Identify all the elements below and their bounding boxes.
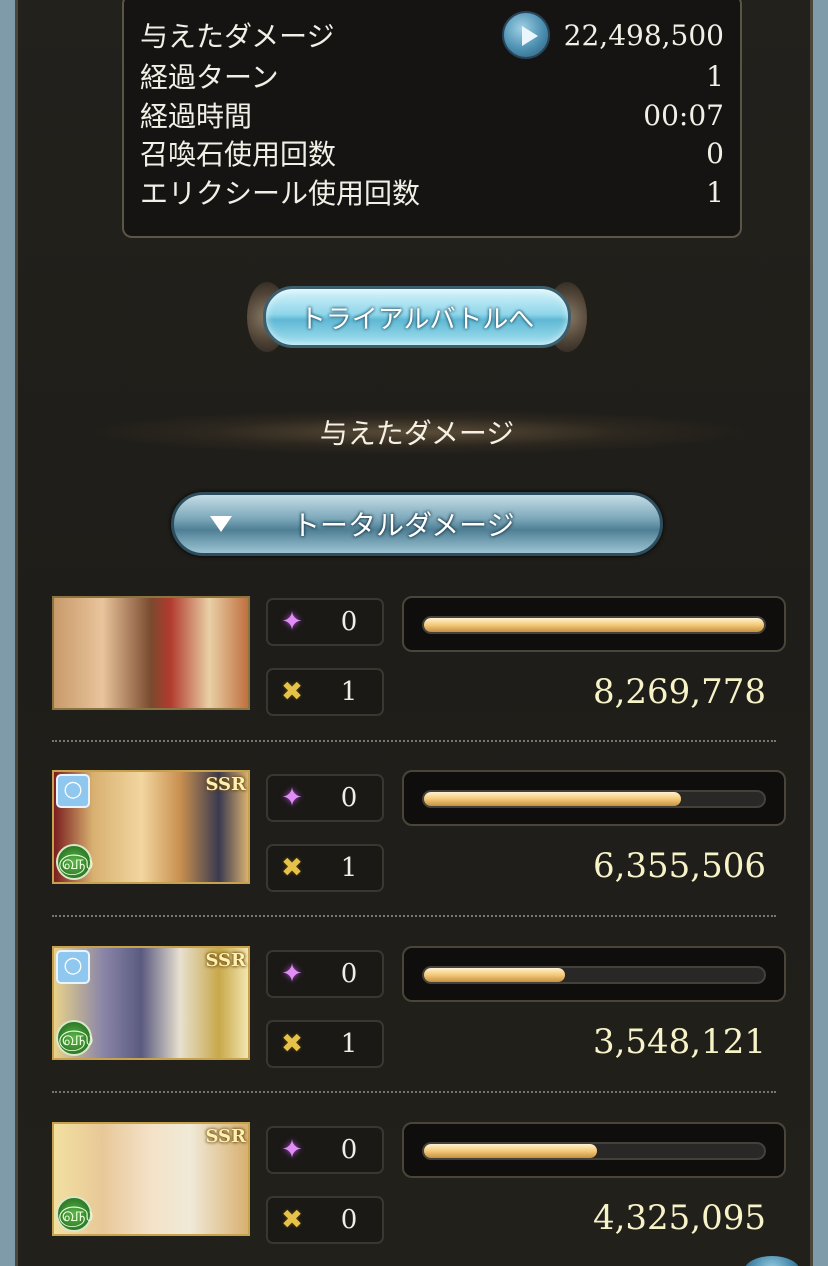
damage-value: 6,355,506 [592, 846, 766, 886]
section-title: 与えたダメージ [93, 410, 741, 454]
total-damage-value: 22,498,500 [563, 18, 724, 52]
rarity-badge: SSR [205, 950, 246, 971]
row-divider [52, 740, 776, 742]
sparkle-icon: ✦ [281, 607, 303, 637]
summary-value: 22,498,500 [501, 11, 724, 59]
wind-element-icon: ௵ [56, 1020, 93, 1056]
trial-battle-label: トライアルバトルへ [263, 286, 571, 348]
character-portrait[interactable] [52, 596, 250, 710]
summary-label: 召喚石使用回数 [140, 138, 337, 171]
damage-value: 4,325,095 [592, 1198, 766, 1238]
damage-bar-fill [424, 968, 566, 982]
chain-count: 1 [340, 677, 358, 707]
burst-counter: ✦ 0 [266, 774, 384, 822]
summary-label: エリクシール使用回数 [140, 177, 421, 210]
damage-bar [402, 770, 786, 826]
burst-counter: ✦ 0 [266, 598, 384, 646]
dropdown-selected-value: トータルダメージ [292, 509, 515, 542]
rarity-badge: SSR [205, 774, 246, 795]
trial-battle-button[interactable]: トライアルバトルへ [247, 278, 587, 356]
chain-burst-icon: ✖ [281, 677, 303, 707]
summary-row-turns: 経過ターン 1 [140, 57, 724, 95]
summary-row-damage: 与えたダメージ 22,498,500 [140, 11, 724, 59]
character-portrait[interactable]: SSR ௵ [52, 1122, 250, 1236]
sparkle-icon: ✦ [281, 959, 303, 989]
chain-counter: ✖ 1 [266, 1020, 384, 1068]
character-row: SSR ௵ ✦ 0 ✖ 0 4,325,095 [52, 1122, 788, 1252]
row-divider [52, 1091, 776, 1093]
chain-counter: ✖ 1 [266, 844, 384, 892]
chain-counter: ✖ 1 [266, 668, 384, 716]
summary-label: 与えたダメージ [140, 20, 335, 53]
chain-burst-icon: ✖ [281, 1029, 303, 1059]
burst-count: 0 [340, 959, 358, 989]
damage-bar-fill [424, 618, 764, 632]
chain-count: 1 [340, 1029, 358, 1059]
character-row: ✦ 0 ✖ 1 8,269,778 [52, 596, 788, 726]
damage-type-dropdown[interactable]: トータルダメージ [171, 492, 663, 556]
chain-count: 1 [340, 853, 358, 883]
damage-bar-fill [424, 1144, 598, 1158]
character-portrait[interactable]: ○ SSR ௵ [52, 946, 250, 1060]
damage-bar [402, 596, 786, 652]
sparkle-icon: ✦ [281, 783, 303, 813]
chain-burst-icon: ✖ [281, 853, 303, 883]
chain-count: 0 [340, 1205, 358, 1235]
row-divider [52, 915, 776, 917]
burst-count: 0 [340, 607, 358, 637]
chain-counter: ✖ 0 [266, 1196, 384, 1244]
summary-value: 0 [706, 136, 724, 170]
burst-counter: ✦ 0 [266, 950, 384, 998]
chevron-down-icon [210, 516, 232, 532]
summary-label: 経過ターン [140, 61, 279, 94]
ring-icon: ○ [56, 950, 90, 984]
character-portrait[interactable]: ○ SSR ௵ [52, 770, 250, 884]
damage-value: 8,269,778 [592, 672, 766, 712]
rarity-badge: SSR [205, 1126, 246, 1147]
sparkle-icon: ✦ [281, 1135, 303, 1165]
summary-value: 1 [706, 59, 724, 93]
burst-count: 0 [340, 1135, 358, 1165]
damage-bar [402, 1122, 786, 1178]
summary-label: 経過時間 [140, 100, 253, 133]
wind-element-icon: ௵ [56, 1196, 93, 1232]
summary-row-time: 経過時間 00:07 [140, 96, 724, 134]
summary-value: 00:07 [643, 98, 724, 132]
character-row: ○ SSR ௵ ✦ 0 ✖ 1 3,548,121 [52, 946, 788, 1076]
burst-count: 0 [340, 783, 358, 813]
damage-value: 3,548,121 [592, 1022, 766, 1062]
play-icon[interactable] [501, 11, 550, 59]
summary-value: 1 [706, 175, 724, 209]
wind-element-icon: ௵ [56, 844, 93, 880]
ring-icon: ○ [56, 774, 90, 808]
character-row: ○ SSR ௵ ✦ 0 ✖ 1 6,355,506 [52, 770, 788, 900]
battle-summary-box: 与えたダメージ 22,498,500 経過ターン 1 経過時間 00:07 召喚… [122, 0, 742, 238]
summary-row-summons: 召喚石使用回数 0 [140, 134, 724, 172]
damage-bar [402, 946, 786, 1002]
damage-bar-fill [424, 792, 681, 806]
burst-counter: ✦ 0 [266, 1126, 384, 1174]
chain-burst-icon: ✖ [281, 1205, 303, 1235]
summary-row-elixirs: エリクシール使用回数 1 [140, 173, 724, 211]
